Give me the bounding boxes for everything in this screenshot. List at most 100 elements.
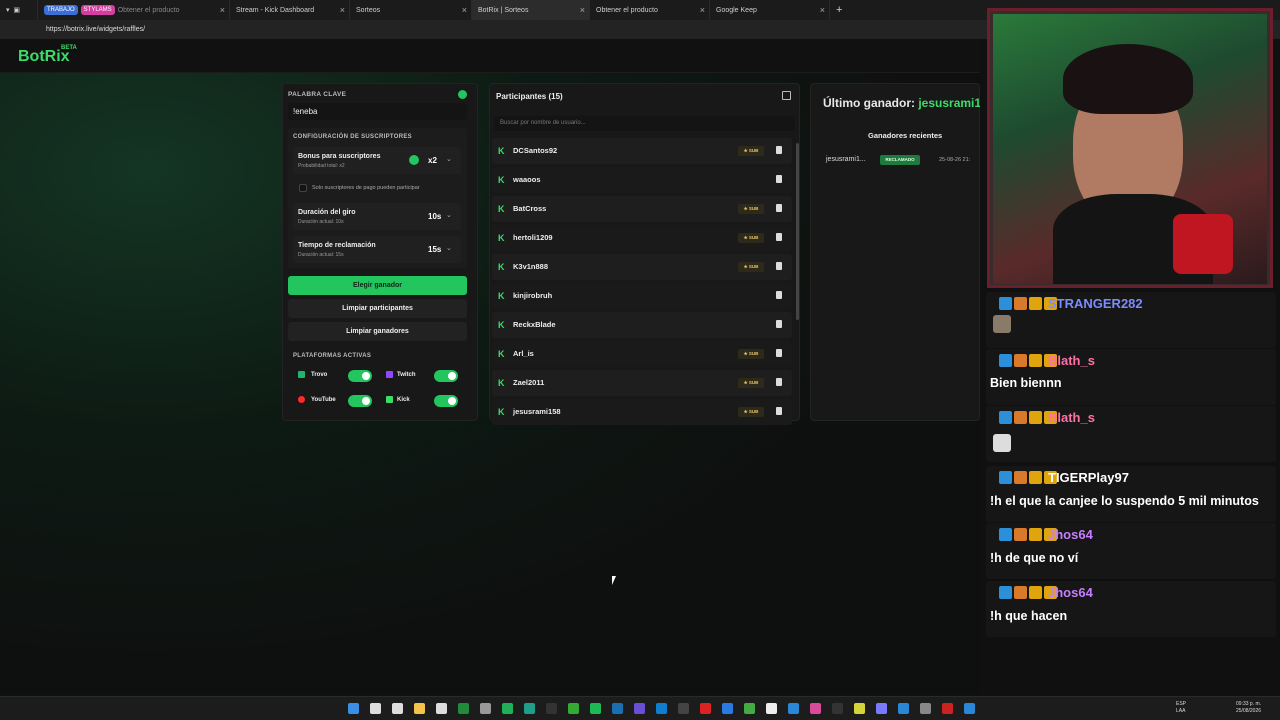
taskbar-app-icon[interactable] bbox=[348, 703, 359, 714]
participant-row[interactable]: Kjesusrami158 ★ SUB bbox=[492, 399, 792, 425]
taskbar-app-icon[interactable] bbox=[920, 703, 931, 714]
participant-row[interactable]: K ReckxBlade bbox=[492, 312, 792, 338]
url-input[interactable]: https://botrix.live/widgets/raffles/ bbox=[46, 26, 145, 33]
tab-group-trabajo[interactable]: TRABAJO STYLAMS Obtener el producto × bbox=[38, 0, 230, 20]
tab-label[interactable]: Obtener el producto bbox=[118, 7, 180, 14]
info-icon[interactable] bbox=[458, 90, 467, 99]
pick-winner-button[interactable]: Elegir ganador bbox=[288, 276, 467, 295]
taskbar-app-icon[interactable] bbox=[744, 703, 755, 714]
participant-row[interactable]: K BatCross ★ SUB bbox=[492, 196, 792, 222]
taskbar-app-icon[interactable] bbox=[832, 703, 843, 714]
taskbar-app-icon[interactable] bbox=[656, 703, 667, 714]
taskbar-app-icon[interactable] bbox=[678, 703, 689, 714]
taskbar-app-icon[interactable] bbox=[876, 703, 887, 714]
taskbar-app-icon[interactable] bbox=[524, 703, 535, 714]
search-placeholder: Buscar por nombre de usuario... bbox=[500, 120, 586, 126]
close-icon[interactable]: × bbox=[220, 5, 225, 15]
taskbar-app-icon[interactable] bbox=[458, 703, 469, 714]
tab-overview-icon[interactable]: ▣ bbox=[13, 6, 20, 14]
tab-botrix-sorteos[interactable]: BotRix | Sorteos × bbox=[472, 0, 590, 20]
taskbar-app-icon[interactable] bbox=[502, 703, 513, 714]
participant-row[interactable]: K K3v1n888 ★ SUB bbox=[492, 254, 792, 280]
new-tab-button[interactable]: + bbox=[830, 0, 848, 20]
participant-row[interactable]: K Zael2011 ★ SUB bbox=[492, 370, 792, 396]
participant-row[interactable]: K DCSantos92 ★ SUB bbox=[492, 138, 792, 164]
participant-row[interactable]: Khertoli1209 ★ SUB bbox=[492, 225, 792, 251]
trash-icon[interactable] bbox=[776, 146, 782, 154]
tab-sorteos[interactable]: Sorteos × bbox=[350, 0, 472, 20]
taskbar-app-icon[interactable] bbox=[854, 703, 865, 714]
taskbar-app-icon[interactable] bbox=[942, 703, 953, 714]
taskbar-app-icon[interactable] bbox=[392, 703, 403, 714]
youtube-icon bbox=[298, 396, 305, 403]
language-indicator[interactable]: ESP LAA bbox=[1176, 701, 1186, 715]
kick-toggle[interactable] bbox=[434, 395, 458, 407]
chevron-down-icon[interactable]: ⌄ bbox=[446, 244, 452, 252]
info-icon[interactable] bbox=[409, 155, 419, 165]
mouse-cursor bbox=[612, 576, 616, 585]
platform-label: Twitch bbox=[397, 372, 416, 378]
trash-icon[interactable] bbox=[776, 204, 782, 212]
taskbar-app-icon[interactable] bbox=[480, 703, 491, 714]
tab-actions[interactable]: ▾ ▣ bbox=[0, 0, 38, 20]
trash-icon[interactable] bbox=[776, 291, 782, 299]
taskbar-app-icon[interactable] bbox=[788, 703, 799, 714]
taskbar-app-icon[interactable] bbox=[546, 703, 557, 714]
close-icon[interactable]: × bbox=[340, 5, 345, 15]
taskbar-app-icon[interactable] bbox=[370, 703, 381, 714]
keyword-input[interactable]: !eneba bbox=[288, 103, 467, 120]
scrollbar[interactable] bbox=[796, 143, 799, 320]
trash-icon[interactable] bbox=[776, 320, 782, 328]
close-icon[interactable]: × bbox=[462, 5, 467, 15]
emote-icon bbox=[993, 434, 1011, 452]
claim-select[interactable]: 15s bbox=[428, 245, 441, 254]
tab-kick-dashboard[interactable]: Stream - Kick Dashboard × bbox=[230, 0, 350, 20]
paid-only-checkbox[interactable] bbox=[299, 184, 307, 192]
participant-row[interactable]: Kwaaoos bbox=[492, 167, 792, 193]
participant-search-input[interactable]: Buscar por nombre de usuario... bbox=[494, 116, 795, 131]
participant-row[interactable]: K Arl_is ★ SUB bbox=[492, 341, 792, 367]
taskbar-app-icon[interactable] bbox=[722, 703, 733, 714]
trash-icon[interactable] bbox=[776, 233, 782, 241]
duration-select[interactable]: 10s bbox=[428, 212, 441, 221]
trash-icon[interactable] bbox=[776, 407, 782, 415]
trovo-toggle[interactable] bbox=[348, 370, 372, 382]
taskbar-app-icon[interactable] bbox=[436, 703, 447, 714]
close-icon[interactable]: × bbox=[820, 5, 825, 15]
taskbar-app-icon[interactable] bbox=[568, 703, 579, 714]
taskbar-app-icon[interactable] bbox=[634, 703, 645, 714]
trash-icon[interactable] bbox=[776, 349, 782, 357]
chevron-down-icon[interactable]: ⌄ bbox=[446, 155, 452, 163]
bonus-select[interactable]: x2 bbox=[428, 156, 437, 165]
taskbar-app-icon[interactable] bbox=[612, 703, 623, 714]
participant-name: ReckxBlade bbox=[513, 320, 556, 329]
trash-icon[interactable] bbox=[776, 175, 782, 183]
copy-icon[interactable] bbox=[782, 91, 791, 100]
close-icon[interactable]: × bbox=[700, 5, 705, 15]
clock[interactable]: 09:33 p. m. 25/08/2026 bbox=[1236, 701, 1261, 715]
chevron-down-icon[interactable]: ⌄ bbox=[446, 211, 452, 219]
participant-row[interactable]: Kkinjirobruh bbox=[492, 283, 792, 309]
sub-badge: ★ SUB bbox=[738, 262, 764, 272]
tab-group-label[interactable]: STYLAMS bbox=[80, 5, 115, 15]
tab-google-keep[interactable]: Google Keep × bbox=[710, 0, 830, 20]
taskbar-app-icon[interactable] bbox=[898, 703, 909, 714]
twitch-toggle[interactable] bbox=[434, 370, 458, 382]
taskbar-app-icon[interactable] bbox=[766, 703, 777, 714]
taskbar-app-icon[interactable] bbox=[700, 703, 711, 714]
tab-group-label[interactable]: TRABAJO bbox=[44, 5, 78, 15]
taskbar-app-icon[interactable] bbox=[414, 703, 425, 714]
trash-icon[interactable] bbox=[776, 378, 782, 386]
taskbar-app-icon[interactable] bbox=[964, 703, 975, 714]
tab-obtener-producto[interactable]: Obtener el producto × bbox=[590, 0, 710, 20]
taskbar-app-icon[interactable] bbox=[590, 703, 601, 714]
clear-participants-button[interactable]: Limpiar participantes bbox=[288, 299, 467, 318]
kick-icon bbox=[386, 396, 393, 403]
window-menu-icon[interactable]: ▾ bbox=[6, 6, 10, 14]
youtube-toggle[interactable] bbox=[348, 395, 372, 407]
clear-winners-button[interactable]: Limpiar ganadores bbox=[288, 322, 467, 341]
close-icon[interactable]: × bbox=[580, 5, 585, 15]
beta-badge: BETA bbox=[61, 45, 77, 51]
trash-icon[interactable] bbox=[776, 262, 782, 270]
taskbar-app-icon[interactable] bbox=[810, 703, 821, 714]
